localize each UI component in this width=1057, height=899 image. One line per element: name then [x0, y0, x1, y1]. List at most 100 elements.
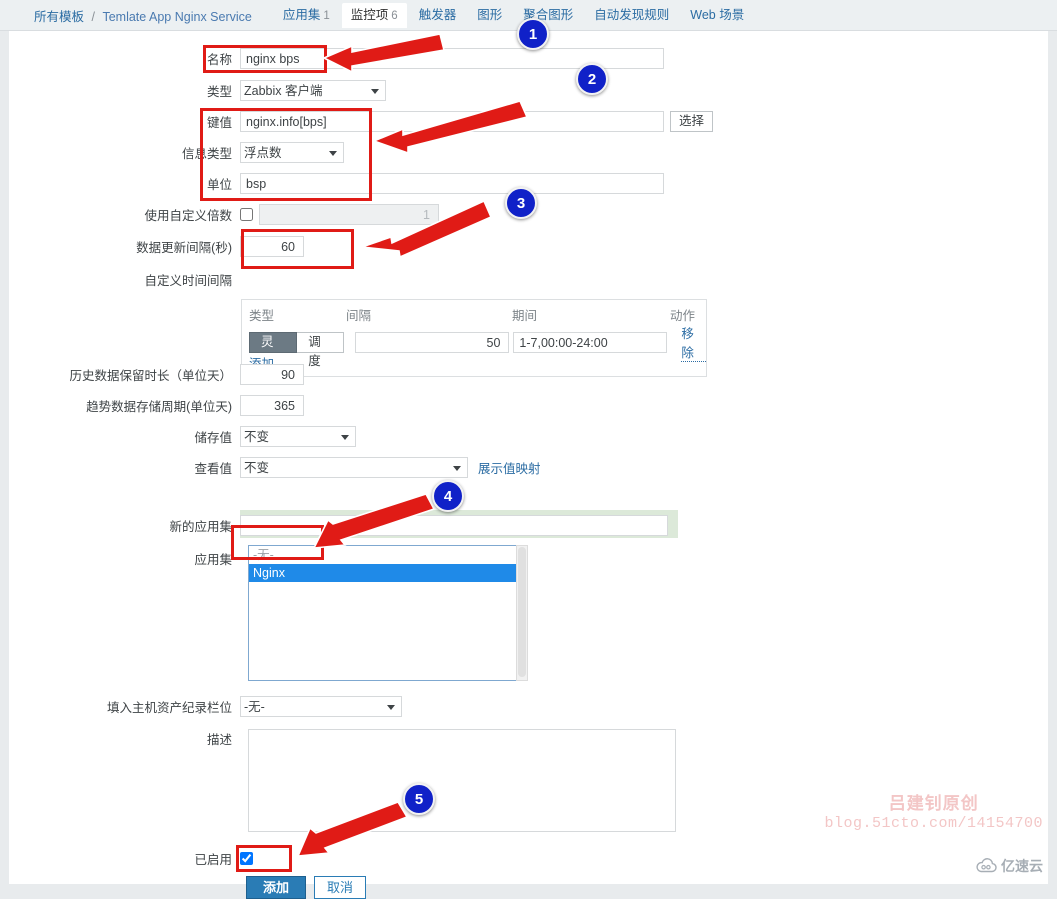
field-row-units: 单位: [9, 173, 664, 194]
breadcrumb-separator: /: [91, 9, 95, 24]
custom-intervals-header-type: 类型: [249, 309, 275, 323]
tab-web-scenarios[interactable]: Web 场景: [681, 3, 753, 27]
store-value-label: 储存值: [194, 431, 232, 445]
custom-multiplier-checkbox[interactable]: [240, 208, 253, 221]
custom-intervals-header-action: 动作: [670, 309, 696, 323]
cancel-button[interactable]: 取消: [314, 876, 367, 899]
trends-input[interactable]: [240, 395, 304, 416]
tab-applications-label: 应用集: [282, 7, 321, 22]
tab-discovery-rules[interactable]: 自动发现规则: [585, 3, 678, 27]
submit-button[interactable]: 添加: [246, 876, 307, 899]
custom-multiplier-input: [259, 204, 439, 225]
enabled-checkbox[interactable]: [240, 852, 253, 865]
field-row-description: 描述: [9, 729, 240, 748]
new-application-label: 新的应用集: [169, 520, 232, 534]
store-value-select-wrapper: 不变: [240, 426, 356, 447]
tab-discovery-rules-label: 自动发现规则: [594, 8, 670, 22]
breadcrumb-current-template[interactable]: Temlate App Nginx Service: [102, 10, 251, 24]
tab-items[interactable]: 监控项 6: [341, 2, 407, 28]
interval-value-input[interactable]: [355, 332, 510, 353]
show-value-label: 查看值: [194, 462, 232, 476]
key-label: 键值: [206, 116, 232, 130]
tab-triggers[interactable]: 触发器: [410, 3, 466, 27]
tab-items-label: 监控项: [350, 7, 389, 22]
field-row-custom-intervals: 自定义时间间隔: [9, 270, 240, 289]
interval-type-scheduling-button[interactable]: 调度: [297, 332, 345, 368]
inventory-label: 填入主机资产纪录栏位: [106, 701, 232, 715]
application-option-nginx[interactable]: Nginx: [249, 564, 525, 582]
top-navigation-bar: 所有模板 / Temlate App Nginx Service 应用集 1 监控…: [0, 0, 1057, 31]
type-select-wrapper: Zabbix 客户端: [240, 80, 386, 101]
interval-period-input[interactable]: [513, 332, 668, 353]
tab-graphs[interactable]: 图形: [468, 3, 511, 27]
tab-graphs-label: 图形: [477, 8, 503, 22]
form-action-buttons: 添加 取消: [246, 876, 367, 899]
units-label: 单位: [206, 178, 232, 192]
tab-screens[interactable]: 聚合图形: [514, 3, 582, 27]
tab-triggers-label: 触发器: [418, 8, 457, 22]
history-input[interactable]: [240, 364, 304, 385]
value-type-label: 信息类型: [181, 147, 232, 161]
applications-listbox-scrollbar[interactable]: [516, 545, 528, 681]
custom-intervals-label: 自定义时间间隔: [144, 274, 232, 288]
cloud-icon: [976, 858, 997, 873]
custom-intervals-box: 类型 间隔 期间 动作 灵活 调度 移除 添加: [241, 299, 707, 377]
applications-listbox[interactable]: -无- Nginx: [248, 545, 526, 681]
tab-applications[interactable]: 应用集 1: [274, 3, 339, 28]
name-label: 名称: [206, 53, 232, 67]
tab-screens-label: 聚合图形: [523, 8, 574, 22]
applications-scrollbar-thumb[interactable]: [518, 547, 526, 677]
item-edit-panel: 名称 类型 Zabbix 客户端 键值 选择 信息类型 浮点数 单位 使用自定义…: [9, 31, 1048, 899]
trends-label: 趋势数据存储周期(单位天): [86, 400, 232, 414]
show-value-select[interactable]: 不变: [240, 457, 468, 478]
custom-intervals-header-interval: 间隔: [346, 309, 372, 323]
key-input[interactable]: [240, 111, 664, 132]
breadcrumb-root-link[interactable]: 所有模板: [34, 10, 84, 24]
template-tabs: 应用集 1 监控项 6 触发器 图形 聚合图形 自动发现规则 Web 场景: [274, 0, 756, 31]
custom-intervals-row-inner: 灵活 调度 移除: [249, 323, 706, 368]
custom-intervals-row: 灵活 调度 移除: [249, 323, 706, 368]
enabled-label: 已启用: [194, 853, 232, 867]
units-input[interactable]: [240, 173, 664, 194]
site-brand-label: 亿速云: [1001, 858, 1043, 874]
field-row-type: 类型 Zabbix 客户端: [9, 80, 386, 101]
field-row-store-value: 储存值 不变: [9, 426, 356, 447]
field-row-applications: 应用集: [9, 549, 240, 568]
field-row-update-interval: 数据更新间隔(秒): [9, 236, 304, 257]
field-row-trends: 趋势数据存储周期(单位天): [9, 395, 304, 416]
history-label: 历史数据保留时长（单位天）: [69, 369, 232, 383]
interval-remove-link[interactable]: 移除: [681, 323, 706, 362]
field-row-inventory: 填入主机资产纪录栏位 -无-: [9, 696, 402, 717]
inventory-select-wrapper: -无-: [240, 696, 402, 717]
field-row-enabled: 已启用: [9, 849, 253, 868]
breadcrumb: 所有模板 / Temlate App Nginx Service: [34, 6, 252, 25]
field-row-custom-multiplier: 使用自定义倍数: [9, 204, 439, 225]
description-textarea[interactable]: [248, 729, 676, 832]
application-option-none[interactable]: -无-: [249, 546, 525, 564]
field-row-history: 历史数据保留时长（单位天）: [9, 364, 304, 385]
description-label: 描述: [206, 733, 232, 747]
interval-type-flexible-button[interactable]: 灵活: [249, 332, 298, 368]
inventory-select[interactable]: -无-: [240, 696, 402, 717]
tab-web-scenarios-label: Web 场景: [690, 8, 745, 22]
new-application-input[interactable]: [240, 515, 668, 536]
type-select[interactable]: Zabbix 客户端: [240, 80, 386, 101]
field-row-value-type: 信息类型 浮点数: [9, 142, 344, 163]
custom-multiplier-label: 使用自定义倍数: [144, 209, 232, 223]
interval-type-toggle: 灵活 调度: [249, 332, 345, 368]
show-value-mapping-link[interactable]: 展示值映射: [478, 458, 541, 477]
custom-intervals-header-period: 期间: [512, 309, 538, 323]
item-form: 名称 类型 Zabbix 客户端 键值 选择 信息类型 浮点数 单位 使用自定义…: [9, 31, 1048, 899]
update-interval-label: 数据更新间隔(秒): [136, 241, 232, 255]
store-value-select[interactable]: 不变: [240, 426, 356, 447]
site-brand: 亿速云: [975, 856, 1043, 876]
tab-items-count: 6: [391, 9, 398, 22]
field-row-key: 键值 选择: [9, 111, 714, 132]
key-select-button[interactable]: 选择: [670, 111, 714, 132]
name-input[interactable]: [240, 48, 664, 69]
tab-applications-count: 1: [323, 9, 330, 22]
update-interval-input[interactable]: [240, 236, 304, 257]
field-row-name: 名称: [9, 48, 664, 69]
type-label: 类型: [206, 85, 232, 99]
value-type-select[interactable]: 浮点数: [240, 142, 344, 163]
